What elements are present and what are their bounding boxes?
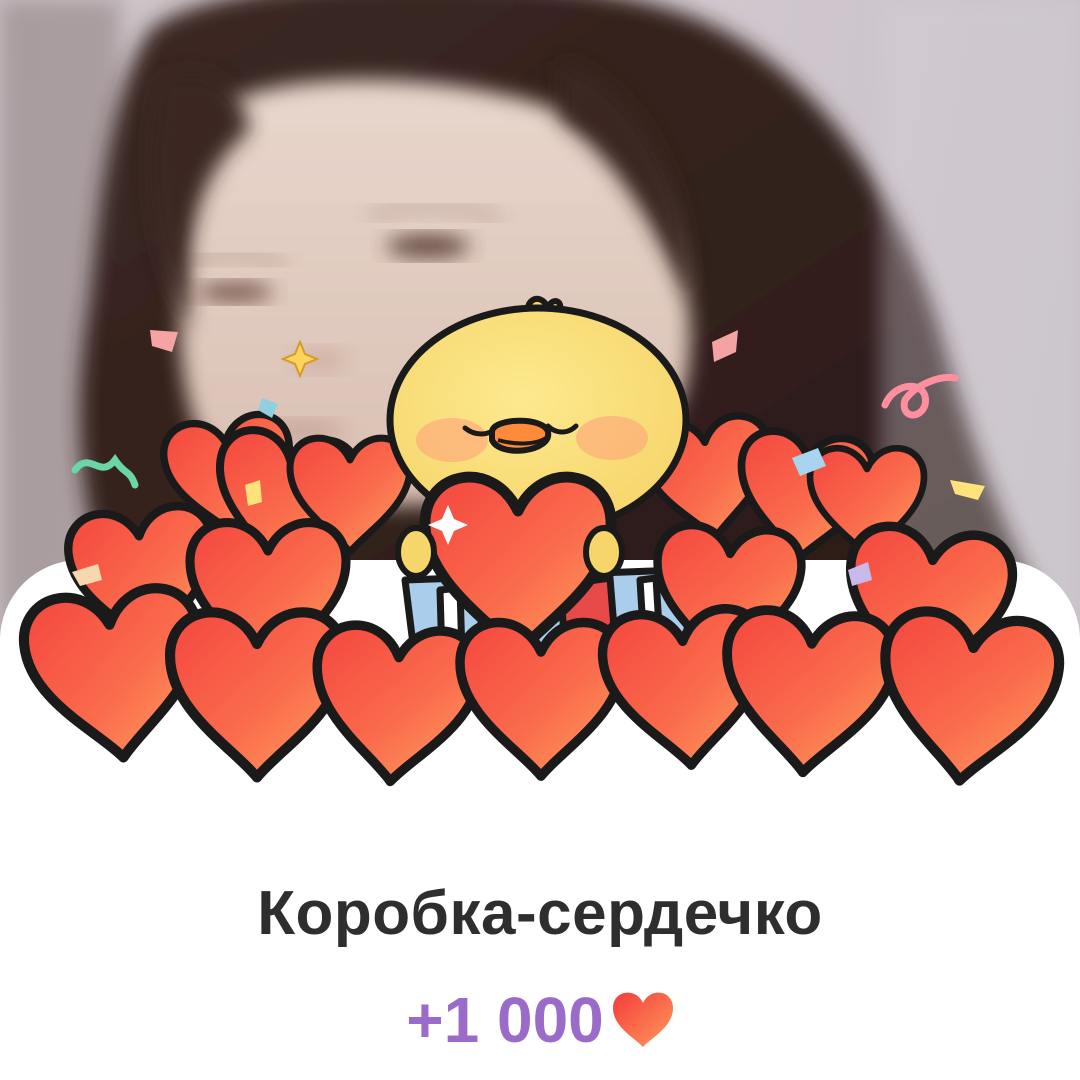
gift-illustration [0, 280, 1080, 820]
gift-received-screen: Коробка-сердечко +1 000 [0, 0, 1080, 1080]
gift-reward: +1 000 [0, 980, 1080, 1060]
gift-title: Коробка-сердечко [257, 879, 823, 948]
heart-icon [612, 992, 673, 1047]
heart-box-animation [0, 295, 1080, 820]
reward-amount: +1 000 [406, 984, 604, 1056]
